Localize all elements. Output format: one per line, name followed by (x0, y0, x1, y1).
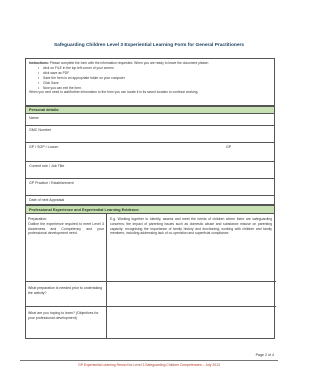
learning-objectives-field[interactable] (110, 311, 272, 335)
appraisal-date-field[interactable]: Date of next Appraisal (25, 196, 275, 205)
job-title-field[interactable]: Current role / Job Title (25, 162, 275, 179)
preparation-needed-question: What preparation is needed prior to unde… (28, 286, 103, 295)
field-label: Current role / Job Title (29, 164, 65, 168)
gmc-number-field[interactable]: GMC Number (25, 126, 275, 143)
gp-role-value: GP (226, 145, 232, 149)
professional-experience-header: Professional Experience and Experiential… (25, 205, 275, 214)
preparation-cell: Preparation: Outline the experience requ… (28, 217, 104, 236)
field-label: GP Practice / Establishment (29, 181, 74, 185)
name-field[interactable]: Name (25, 114, 275, 126)
instructions-closing: When you next need to add/further inform… (29, 90, 199, 95)
preparation-description: Outline the experience required to meet … (28, 221, 104, 236)
experience-example-field[interactable]: E.g. Working together to identify, asses… (110, 217, 272, 236)
form-title: Safeguarding Children Level 3 Experienti… (53, 43, 245, 48)
gp-practice-field[interactable]: GP Practice / Establishment (25, 179, 275, 196)
instructions-text: Please complete the form with the inform… (48, 61, 209, 65)
gp-role-field[interactable]: GP / SGP / Locum GP (25, 143, 275, 162)
field-label: GP / SGP / Locum (29, 145, 59, 149)
footer-text: GP Experiential Learning Record for Leve… (78, 363, 220, 367)
preparation-needed-field[interactable] (110, 286, 272, 302)
personal-details-header: Personal details: (25, 106, 275, 114)
field-label: GMC Number (29, 128, 52, 132)
evidence-table: Preparation: Outline the experience requ… (25, 214, 276, 339)
instructions-box: Instructions: Please complete the form w… (25, 58, 275, 106)
footer-divider (20, 360, 278, 361)
row-divider (26, 281, 276, 282)
instructions-steps: click on FILE in the top left corner of … (29, 66, 271, 91)
learning-objectives-question: What are you hoping to learn? (Objective… (28, 311, 99, 320)
field-label: Name (29, 116, 39, 120)
field-label: Date of next Appraisal (29, 198, 65, 202)
instructions-label: Instructions: (29, 61, 49, 65)
personal-details-table: Name GMC Number GP / SGP / Locum GP Curr… (25, 114, 275, 205)
row-divider (26, 306, 276, 307)
page-number: Page 2 of 4 (255, 353, 274, 357)
column-divider (106, 214, 107, 339)
